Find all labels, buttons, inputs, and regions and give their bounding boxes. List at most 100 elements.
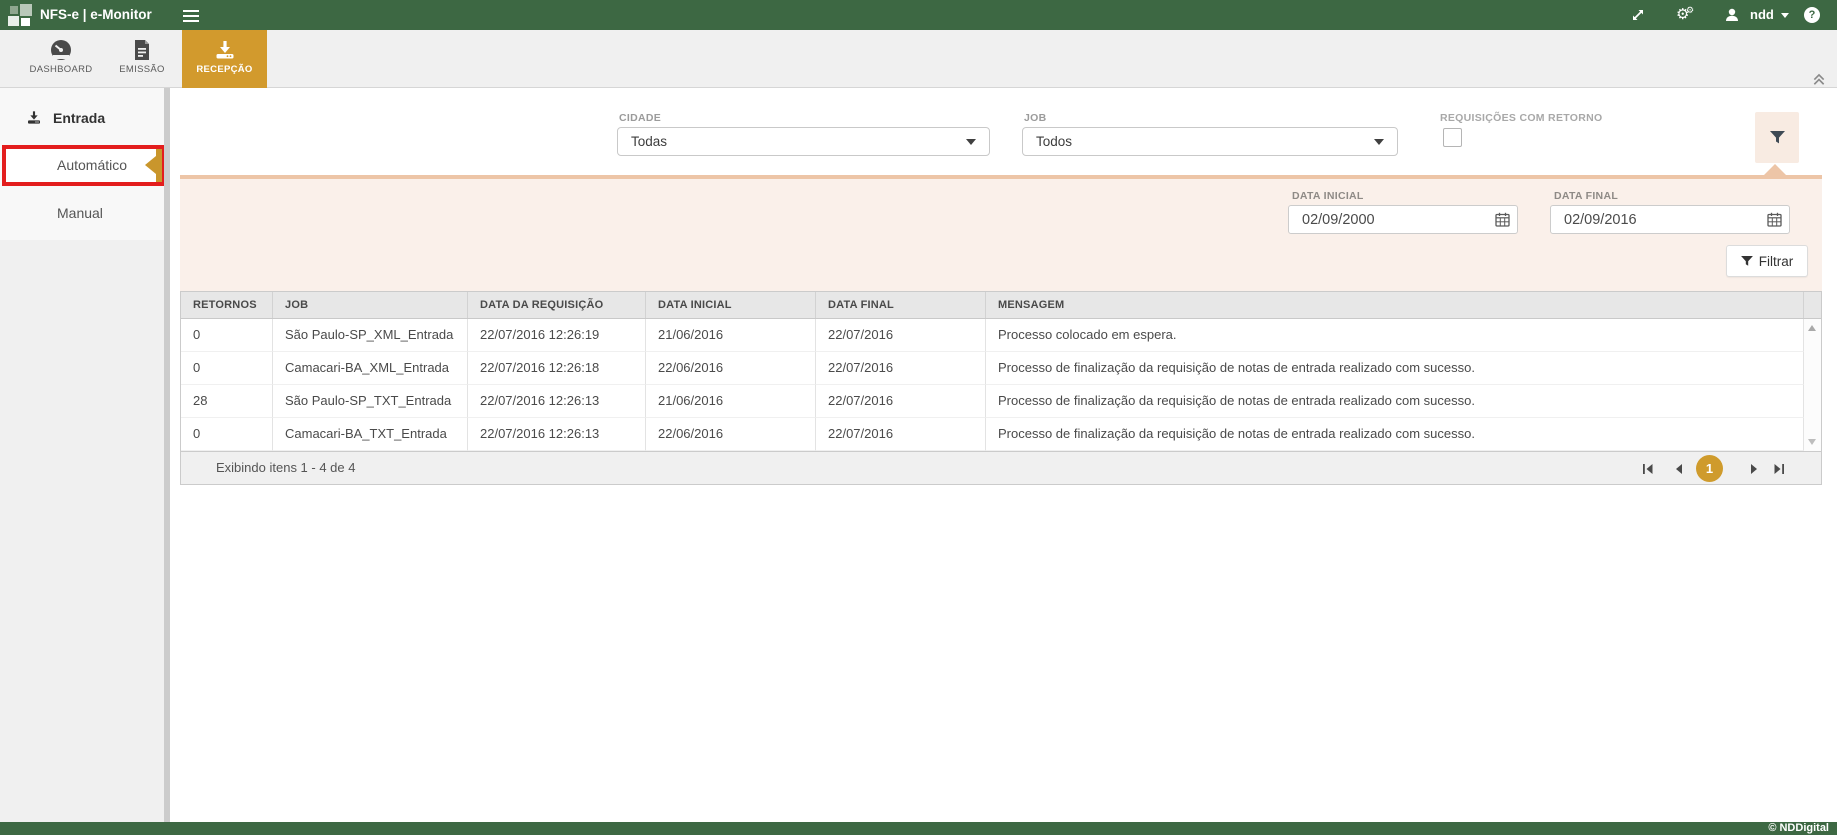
cell-retornos: 0 bbox=[181, 352, 273, 385]
sidebar-item-entrada[interactable]: Entrada bbox=[0, 100, 164, 136]
tab-recepcao-label: RECEPÇÃO bbox=[182, 64, 267, 75]
settings-gears-icon[interactable]: ⚙⚙ bbox=[1676, 4, 1694, 20]
cell-data-inicial: 22/06/2016 bbox=[646, 418, 816, 451]
collapse-toolbar-icon[interactable] bbox=[1812, 72, 1826, 86]
cell-data-final: 22/07/2016 bbox=[816, 319, 986, 352]
cell-job: Camacari-BA_TXT_Entrada bbox=[273, 418, 468, 451]
footer: © NDDigital bbox=[0, 822, 1837, 835]
cell-data-final: 22/07/2016 bbox=[816, 385, 986, 418]
pager-prev-icon[interactable] bbox=[1673, 462, 1687, 474]
cell-mensagem: Processo de finalização da requisição de… bbox=[986, 385, 1804, 418]
user-icon[interactable] bbox=[1724, 7, 1742, 23]
tab-emissao[interactable]: EMISSÃO bbox=[102, 30, 182, 88]
topbar: NFS-e | e-Monitor ⚙⚙ ndd ? bbox=[0, 0, 1837, 30]
col-data-requisicao[interactable]: DATA DA REQUISIÇÃO bbox=[468, 292, 646, 318]
menu-hamburger-icon[interactable] bbox=[183, 7, 201, 23]
grid-pager: Exibindo itens 1 - 4 de 4 1 bbox=[181, 451, 1821, 484]
cell-data-final: 22/07/2016 bbox=[816, 418, 986, 451]
pager-page-1[interactable]: 1 bbox=[1696, 455, 1723, 482]
tab-emissao-label: EMISSÃO bbox=[102, 64, 182, 75]
job-select-value: Todos bbox=[1036, 128, 1072, 155]
date-filter-panel: DATA INICIAL DATA FINAL Filtrar bbox=[180, 175, 1822, 291]
active-item-strip bbox=[156, 149, 162, 182]
help-icon[interactable]: ? bbox=[1804, 7, 1820, 23]
filtrar-button-label: Filtrar bbox=[1759, 254, 1794, 269]
cell-data-final: 22/07/2016 bbox=[816, 352, 986, 385]
cell-mensagem: Processo colocado em espera. bbox=[986, 319, 1804, 352]
scroll-up-icon[interactable] bbox=[1808, 325, 1816, 331]
requisicoes-retorno-checkbox[interactable] bbox=[1443, 128, 1462, 147]
table-row[interactable]: 0 Camacari-BA_XML_Entrada 22/07/2016 12:… bbox=[181, 352, 1821, 385]
sidebar: Entrada Automático Manual bbox=[0, 88, 170, 822]
header-filler bbox=[1804, 292, 1821, 318]
user-menu[interactable]: ndd bbox=[1750, 0, 1789, 30]
pager-first-icon[interactable] bbox=[1642, 462, 1656, 474]
scroll-down-icon[interactable] bbox=[1808, 439, 1816, 445]
table-row[interactable]: 28 São Paulo-SP_TXT_Entrada 22/07/2016 1… bbox=[181, 385, 1821, 418]
data-final-label: DATA FINAL bbox=[1554, 190, 1618, 202]
data-inicial-input[interactable] bbox=[1288, 205, 1518, 234]
filtrar-button[interactable]: Filtrar bbox=[1726, 245, 1808, 277]
cell-data-inicial: 22/06/2016 bbox=[646, 352, 816, 385]
cell-data-requisicao: 22/07/2016 12:26:13 bbox=[468, 418, 646, 451]
download-tray-icon bbox=[213, 38, 237, 62]
chevron-down-icon bbox=[1781, 13, 1789, 18]
cell-job: São Paulo-SP_TXT_Entrada bbox=[273, 385, 468, 418]
pager-next-icon[interactable] bbox=[1748, 462, 1762, 474]
cidade-label: CIDADE bbox=[619, 112, 661, 124]
chevron-down-icon bbox=[1374, 139, 1384, 145]
filter-panel-toggle-button[interactable] bbox=[1755, 112, 1799, 163]
col-job[interactable]: JOB bbox=[273, 292, 468, 318]
cell-data-inicial: 21/06/2016 bbox=[646, 385, 816, 418]
cidade-select-value: Todas bbox=[631, 128, 667, 155]
cell-job: Camacari-BA_XML_Entrada bbox=[273, 352, 468, 385]
data-final-field bbox=[1550, 205, 1790, 234]
cidade-select[interactable]: Todas bbox=[617, 127, 990, 156]
funnel-icon bbox=[1770, 131, 1785, 145]
tab-recepcao-active[interactable]: RECEPÇÃO bbox=[182, 30, 267, 88]
cell-retornos: 0 bbox=[181, 319, 273, 352]
cell-data-requisicao: 22/07/2016 12:26:13 bbox=[468, 385, 646, 418]
fullscreen-icon[interactable] bbox=[1630, 7, 1648, 23]
main-content: CIDADE Todas JOB Todos REQUISIÇÕES COM R… bbox=[170, 88, 1837, 822]
sidebar-item-automatico-label: Automático bbox=[57, 149, 127, 182]
cell-data-requisicao: 22/07/2016 12:26:19 bbox=[468, 319, 646, 352]
col-mensagem[interactable]: MENSAGEM bbox=[986, 292, 1804, 318]
pager-status: Exibindo itens 1 - 4 de 4 bbox=[216, 452, 355, 484]
username: ndd bbox=[1750, 7, 1774, 22]
sidebar-item-automatico[interactable]: Automático bbox=[6, 149, 162, 182]
col-data-final[interactable]: DATA FINAL bbox=[816, 292, 986, 318]
tab-dashboard[interactable]: DASHBOARD bbox=[20, 30, 102, 88]
chevron-down-icon bbox=[966, 139, 976, 145]
document-icon bbox=[130, 38, 154, 62]
cell-retornos: 28 bbox=[181, 385, 273, 418]
col-retornos[interactable]: RETORNOS bbox=[181, 292, 273, 318]
table-row[interactable]: 0 São Paulo-SP_XML_Entrada 22/07/2016 12… bbox=[181, 319, 1821, 352]
grid-header: RETORNOS JOB DATA DA REQUISIÇÃO DATA INI… bbox=[181, 292, 1821, 319]
results-grid: RETORNOS JOB DATA DA REQUISIÇÃO DATA INI… bbox=[180, 291, 1822, 485]
sidebar-item-manual-label: Manual bbox=[57, 195, 103, 231]
calendar-icon[interactable] bbox=[1495, 212, 1510, 227]
table-scrollbar[interactable] bbox=[1804, 319, 1821, 451]
active-item-caret-icon bbox=[145, 156, 156, 174]
pager-last-icon[interactable] bbox=[1773, 462, 1787, 474]
app-logo-icon bbox=[8, 3, 36, 28]
calendar-icon[interactable] bbox=[1767, 212, 1782, 227]
data-inicial-label: DATA INICIAL bbox=[1292, 190, 1364, 202]
job-select[interactable]: Todos bbox=[1022, 127, 1398, 156]
app-window: NFS-e | e-Monitor ⚙⚙ ndd ? DASHBOARD EMI… bbox=[0, 0, 1837, 835]
entrada-download-icon bbox=[26, 110, 42, 126]
table-row[interactable]: 0 Camacari-BA_TXT_Entrada 22/07/2016 12:… bbox=[181, 418, 1821, 451]
sidebar-item-manual[interactable]: Manual bbox=[0, 195, 164, 231]
cell-retornos: 0 bbox=[181, 418, 273, 451]
filter-panel-caret bbox=[1764, 164, 1786, 175]
cell-mensagem: Processo de finalização da requisição de… bbox=[986, 418, 1804, 451]
cell-mensagem: Processo de finalização da requisição de… bbox=[986, 352, 1804, 385]
data-final-input[interactable] bbox=[1550, 205, 1790, 234]
funnel-icon bbox=[1741, 256, 1753, 267]
requisicoes-retorno-label: REQUISIÇÕES COM RETORNO bbox=[1440, 112, 1602, 124]
module-toolbar: DASHBOARD EMISSÃO RECEPÇÃO bbox=[0, 30, 1837, 88]
col-data-inicial[interactable]: DATA INICIAL bbox=[646, 292, 816, 318]
copyright: © NDDigital bbox=[1768, 822, 1829, 835]
data-inicial-field bbox=[1288, 205, 1518, 234]
